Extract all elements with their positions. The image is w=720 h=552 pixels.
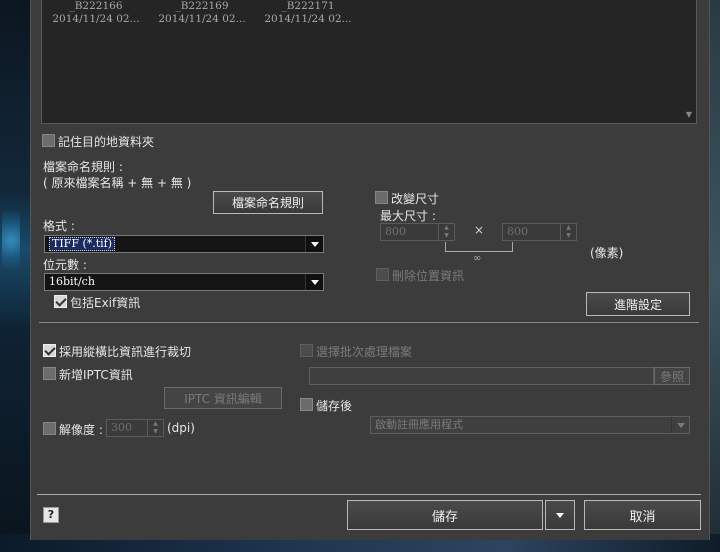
crop-aspect-checkbox[interactable] bbox=[43, 344, 56, 357]
chevron-down-icon[interactable] bbox=[671, 417, 689, 433]
width-value: 800 bbox=[385, 225, 406, 238]
divider bbox=[39, 322, 699, 323]
batch-label: 選擇批次處理檔案 bbox=[316, 345, 413, 359]
batch-checkbox[interactable] bbox=[300, 344, 313, 357]
save-button[interactable]: 儲存 bbox=[347, 500, 543, 530]
chevron-down-icon bbox=[556, 512, 564, 518]
max-size-label: 最大尺寸 : bbox=[380, 209, 436, 223]
thumbnail-date: 2014/11/24 02... bbox=[264, 13, 352, 25]
resolution-spinner[interactable]: 300 ▲ ▼ bbox=[106, 419, 164, 437]
add-iptc-label: 新增IPTC資訊 bbox=[59, 368, 133, 382]
after-save-label: 儲存後 bbox=[316, 399, 353, 413]
bit-depth-select[interactable]: 16bit/ch bbox=[44, 273, 324, 291]
height-value: 800 bbox=[507, 225, 528, 238]
times-sign: × bbox=[474, 223, 485, 237]
batch-path-field[interactable] bbox=[309, 367, 654, 385]
resolution-value: 300 bbox=[111, 421, 132, 434]
naming-rule-label: 檔案命名規則 : bbox=[43, 160, 123, 174]
thumbnail-item[interactable]: _B222166 2014/11/24 02... bbox=[46, 0, 146, 26]
link-icon[interactable]: ∞ bbox=[473, 253, 481, 264]
remove-location-checkbox[interactable] bbox=[376, 268, 389, 281]
thumbnail-item[interactable]: _B222171 2014/11/24 02... bbox=[258, 0, 358, 26]
aspect-link-bracket bbox=[445, 242, 513, 252]
naming-rule-button[interactable]: 檔案命名規則 bbox=[213, 191, 323, 214]
spinner-arrows-icon[interactable]: ▲ ▼ bbox=[438, 224, 454, 240]
thumbnail-name: _B222169 bbox=[175, 0, 229, 12]
spinner-arrows-icon[interactable]: ▲ ▼ bbox=[560, 224, 576, 240]
width-spinner[interactable]: 800 ▲ ▼ bbox=[380, 223, 455, 241]
include-exif-checkbox[interactable] bbox=[54, 295, 67, 308]
chevron-down-icon[interactable] bbox=[305, 236, 323, 252]
resolution-label: 解像度 : bbox=[59, 423, 103, 437]
save-dialog: _B222166 2014/11/24 02... _B222169 2014/… bbox=[30, 0, 710, 540]
naming-rule-value: ( 原來檔案名稱 + 無 + 無 ) bbox=[43, 176, 192, 190]
add-iptc-checkbox[interactable] bbox=[43, 367, 56, 380]
thumbnail-name: _B222166 bbox=[69, 0, 123, 12]
format-select[interactable]: TIFF (*.tif) bbox=[44, 235, 324, 253]
spinner-arrows-icon[interactable]: ▲ ▼ bbox=[147, 420, 163, 436]
thumbnail-item[interactable]: _B222169 2014/11/24 02... bbox=[152, 0, 252, 26]
format-value: TIFF (*.tif) bbox=[49, 237, 116, 251]
help-icon[interactable]: ? bbox=[43, 507, 59, 523]
crop-aspect-label: 採用縱橫比資訊進行裁切 bbox=[59, 345, 192, 359]
after-save-checkbox[interactable] bbox=[300, 398, 313, 411]
remember-folder-checkbox[interactable] bbox=[42, 134, 55, 147]
app-select[interactable]: 啟動註冊應用程式 bbox=[370, 416, 690, 434]
advanced-settings-button[interactable]: 進階設定 bbox=[586, 292, 690, 316]
thumbnail-name: _B222171 bbox=[281, 0, 335, 12]
app-select-value: 啟動註冊應用程式 bbox=[375, 418, 463, 431]
remember-folder-label: 記住目的地資料夾 bbox=[58, 135, 155, 149]
cancel-button[interactable]: 取消 bbox=[584, 500, 701, 530]
thumbnail-panel[interactable]: _B222166 2014/11/24 02... _B222169 2014/… bbox=[41, 0, 697, 124]
height-spinner[interactable]: 800 ▲ ▼ bbox=[502, 223, 577, 241]
desktop-glow bbox=[2, 200, 20, 280]
chevron-down-icon[interactable] bbox=[305, 274, 323, 290]
remove-location-label: 刪除位置資訊 bbox=[392, 269, 465, 283]
bit-depth-value: 16bit/ch bbox=[49, 275, 95, 288]
resize-checkbox[interactable] bbox=[375, 191, 388, 204]
browse-button[interactable]: 參照 bbox=[654, 367, 690, 385]
pixel-unit-label: (像素) bbox=[590, 246, 624, 260]
iptc-edit-button[interactable]: IPTC 資訊編輯 bbox=[164, 387, 282, 409]
thumbnail-date: 2014/11/24 02... bbox=[52, 13, 140, 25]
bit-depth-label: 位元數 : bbox=[43, 258, 87, 272]
resize-label: 改變尺寸 bbox=[391, 192, 440, 206]
scroll-down-icon[interactable]: ▼ bbox=[686, 110, 692, 119]
save-options-dropdown[interactable] bbox=[545, 500, 575, 530]
thumbnail-date: 2014/11/24 02... bbox=[158, 13, 246, 25]
divider bbox=[37, 494, 701, 495]
resolution-checkbox[interactable] bbox=[43, 422, 56, 435]
format-label: 格式 : bbox=[43, 219, 75, 233]
include-exif-label: 包括Exif資訊 bbox=[70, 296, 141, 310]
dpi-unit-label: (dpi) bbox=[167, 421, 195, 435]
